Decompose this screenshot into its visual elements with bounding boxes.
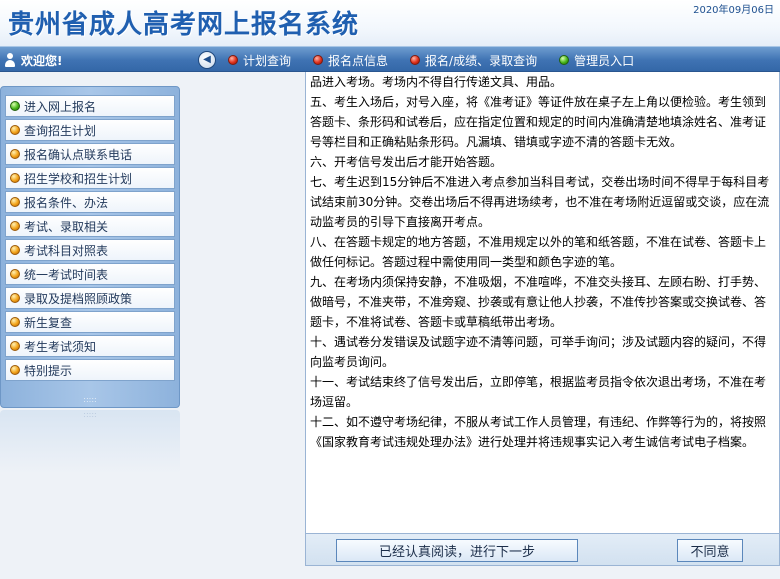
agree-next-button[interactable]: 已经认真阅读，进行下一步 bbox=[336, 539, 578, 562]
orange-dot-icon bbox=[10, 197, 20, 207]
sidebar-item-conditions[interactable]: 报名条件、办法 bbox=[5, 191, 175, 213]
red-dot-icon bbox=[228, 55, 238, 65]
sidebar-item-online-registration[interactable]: 进入网上报名 bbox=[5, 95, 175, 117]
action-bar: 已经认真阅读，进行下一步 不同意 bbox=[305, 533, 780, 566]
welcome-text: 欢迎您! bbox=[21, 53, 63, 68]
notice-paragraph: 六、开考信号发出后才能开始答题。 bbox=[310, 155, 503, 169]
sidebar-item-label: 统一考试时间表 bbox=[24, 267, 109, 282]
notice-paragraph: 九、在考场内须保持安静，不准吸烟，不准喧哗，不准交头接耳、左顾右盼、打手势、做暗… bbox=[310, 275, 767, 329]
nav-item-label: 计划查询 bbox=[243, 53, 292, 68]
sidebar-item-label: 特别提示 bbox=[24, 363, 73, 378]
sidebar-item-subjects-table[interactable]: 考试科目对照表 bbox=[5, 239, 175, 261]
sidebar-item-label: 报名条件、办法 bbox=[24, 195, 109, 210]
disagree-button[interactable]: 不同意 bbox=[677, 539, 743, 562]
sidebar-item-contact-phone[interactable]: 报名确认点联系电话 bbox=[5, 143, 175, 165]
notice-paragraph: 十一、考试结束终了信号发出后，立即停笔，根据监考员指令依次退出考场，不准在考场逗… bbox=[310, 375, 767, 409]
orange-dot-icon bbox=[10, 125, 20, 135]
sidebar-item-label: 录取及提档照顾政策 bbox=[24, 291, 133, 306]
notice-paragraph: 十、遇试卷分发错误及试题字迹不清等问题，可举手询问；涉及试题内容的疑问，不得向监… bbox=[310, 335, 767, 369]
sidebar-item-label: 考试、录取相关 bbox=[24, 219, 109, 234]
sidebar: 进入网上报名 查询招生计划 报名确认点联系电话 招生学校和招生计划 报名条件、办… bbox=[0, 86, 180, 408]
nav-items: 计划查询 报名点信息 报名/成绩、录取查询 管理员入口 bbox=[228, 47, 656, 73]
orange-dot-icon bbox=[10, 317, 20, 327]
nav-item-results-query[interactable]: 报名/成绩、录取查询 bbox=[410, 52, 537, 69]
sidebar-item-admission-policy[interactable]: 录取及提档照顾政策 bbox=[5, 287, 175, 309]
nav-item-admin-entry[interactable]: 管理员入口 bbox=[559, 52, 634, 69]
notice-paragraph: 七、考生迟到15分钟后不准进入考点参加当科目考试，交卷出场时间不得早于每科目考试… bbox=[310, 175, 770, 229]
orange-dot-icon bbox=[10, 149, 20, 159]
sidebar-item-exam-notice[interactable]: 考生考试须知 bbox=[5, 335, 175, 357]
sidebar-item-label: 查询招生计划 bbox=[24, 123, 97, 138]
sidebar-item-query-plan[interactable]: 查询招生计划 bbox=[5, 119, 175, 141]
nav-item-label: 管理员入口 bbox=[574, 53, 635, 68]
exam-notice-content[interactable]: 品进入考场。考场内不得自行传递文具、用品。 五、考生入场后，对号入座，将《准考证… bbox=[305, 72, 780, 539]
welcome: 欢迎您! bbox=[4, 51, 62, 69]
navbar: 欢迎您! ◀ 计划查询 报名点信息 报名/成绩、录取查询 管理员入口 bbox=[0, 46, 780, 72]
sidebar-item-special-notice[interactable]: 特别提示 bbox=[5, 359, 175, 381]
notice-paragraph: 八、在答题卡规定的地方答题，不准用规定以外的笔和纸答题，不准在试卷、答题卡上做任… bbox=[310, 235, 767, 269]
sidebar-item-exam-admission[interactable]: 考试、录取相关 bbox=[5, 215, 175, 237]
orange-dot-icon bbox=[10, 245, 20, 255]
sidebar-item-schools-plan[interactable]: 招生学校和招生计划 bbox=[5, 167, 175, 189]
orange-dot-icon bbox=[10, 173, 20, 183]
person-icon bbox=[4, 53, 16, 67]
red-dot-icon bbox=[313, 55, 324, 65]
nav-item-registration-points[interactable]: 报名点信息 bbox=[313, 52, 388, 69]
sidebar-reflection: ::::: bbox=[0, 410, 180, 474]
notice-paragraph: 五、考生入场后，对号入座，将《准考证》等证件放在桌子左上角以便检验。考生领到答题… bbox=[310, 95, 767, 149]
sidebar-item-label: 报名确认点联系电话 bbox=[24, 147, 133, 162]
red-dot-icon bbox=[410, 55, 421, 65]
header: 贵州省成人高考网上报名系统 2020年09月06日 bbox=[0, 0, 780, 46]
notice-paragraph: 品进入考场。考场内不得自行传递文具、用品。 bbox=[310, 75, 563, 89]
sidebar-item-label: 新生复查 bbox=[24, 315, 73, 330]
notice-paragraph: 十二、如不遵守考场纪律，不服从考试工作人员管理，有违纪、作弊等行为的，将按照《国… bbox=[310, 415, 767, 449]
sidebar-item-label: 考生考试须知 bbox=[24, 339, 97, 354]
nav-item-label: 报名/成绩、录取查询 bbox=[425, 53, 538, 68]
nav-item-plan-query[interactable]: 计划查询 bbox=[228, 52, 291, 69]
back-arrow-icon[interactable]: ◀ bbox=[198, 51, 216, 69]
sidebar-item-label: 进入网上报名 bbox=[24, 99, 97, 114]
sidebar-item-exam-schedule[interactable]: 统一考试时间表 bbox=[5, 263, 175, 285]
sidebar-item-label: 考试科目对照表 bbox=[24, 243, 109, 258]
current-date: 2020年09月06日 bbox=[693, 5, 774, 16]
sidebar-reflection-grip: ::::: bbox=[83, 410, 97, 419]
orange-dot-icon bbox=[10, 293, 20, 303]
nav-item-label: 报名点信息 bbox=[328, 53, 389, 68]
site-title: 贵州省成人高考网上报名系统 bbox=[8, 10, 360, 40]
green-dot-icon bbox=[10, 101, 20, 111]
orange-dot-icon bbox=[10, 341, 20, 351]
green-dot-icon bbox=[559, 55, 570, 65]
sidebar-item-freshman-review[interactable]: 新生复查 bbox=[5, 311, 175, 333]
sidebar-grip: ::::: bbox=[83, 395, 97, 404]
orange-dot-icon bbox=[10, 365, 20, 375]
orange-dot-icon bbox=[10, 221, 20, 231]
orange-dot-icon bbox=[10, 269, 20, 279]
sidebar-item-label: 招生学校和招生计划 bbox=[24, 171, 133, 186]
